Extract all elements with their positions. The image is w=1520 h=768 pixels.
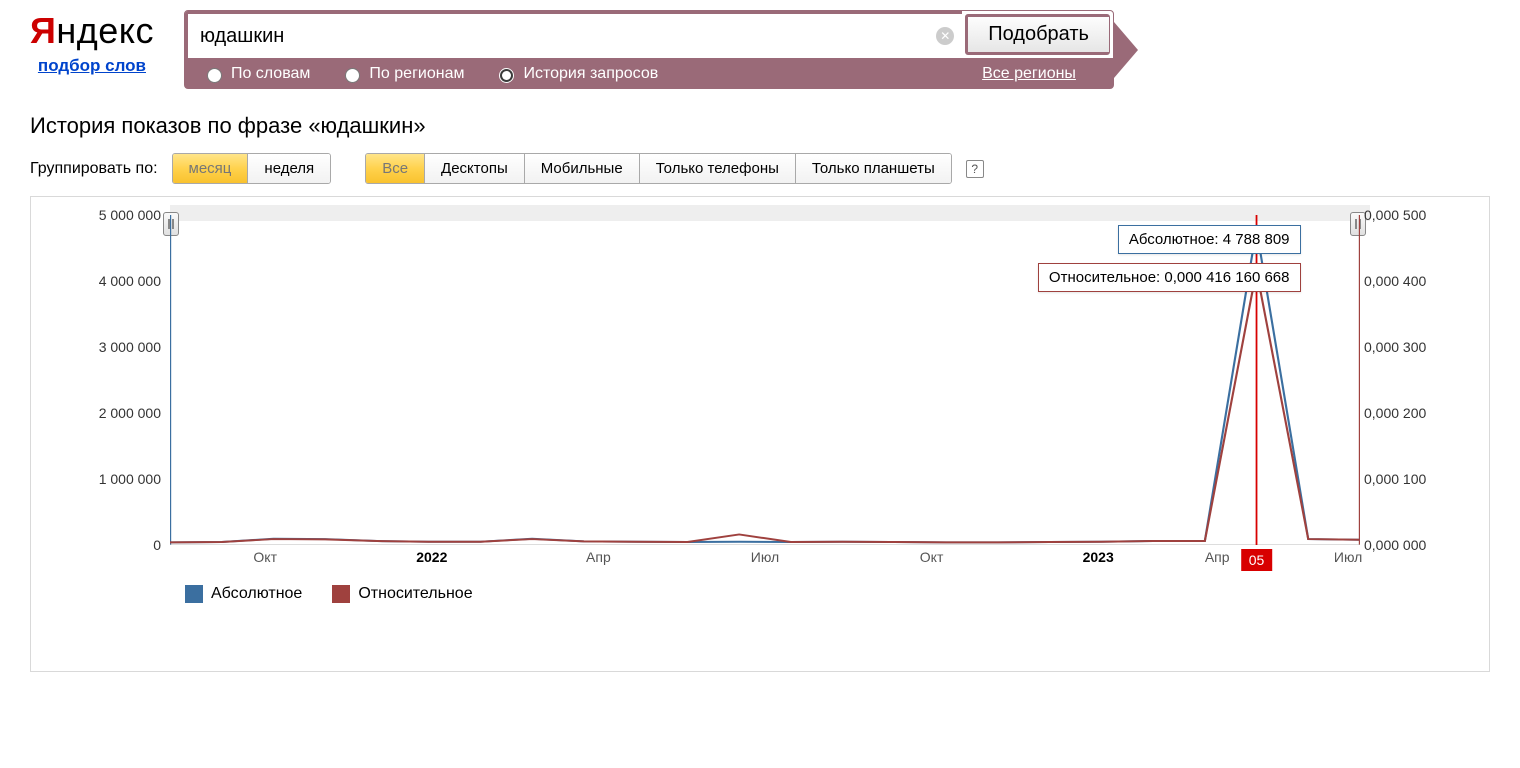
group-by-segment: месяц неделя (172, 153, 332, 184)
chart-legend: Абсолютное Относительное (185, 585, 1465, 603)
legend-absolute[interactable]: Абсолютное (185, 585, 302, 603)
help-icon[interactable]: ? (966, 160, 984, 178)
region-filter-link[interactable]: Все регионы (982, 65, 1076, 83)
tab-words[interactable]: По словам (202, 65, 310, 83)
wordstat-sublink[interactable]: подбор слов (38, 56, 146, 76)
clear-icon[interactable]: ✕ (936, 27, 954, 45)
device-segment: Все Десктопы Мобильные Только телефоны Т… (365, 153, 952, 184)
arrow-decoration (1114, 22, 1138, 78)
device-tablets-button[interactable]: Только планшеты (796, 154, 951, 183)
chart-plot[interactable]: Абсолютное: 4 788 809 Относительное: 0,0… (170, 215, 1360, 545)
device-mobile-button[interactable]: Мобильные (525, 154, 640, 183)
page-title: История показов по фразе «юдашкин» (30, 113, 1490, 139)
tooltip-relative: Относительное: 0,000 416 160 668 (1038, 263, 1301, 292)
group-by-label: Группировать по: (30, 160, 158, 178)
y-axis-right: 0,000 0000,000 1000,000 2000,000 3000,00… (1360, 215, 1445, 545)
submit-button[interactable]: Подобрать (965, 14, 1110, 55)
device-phones-button[interactable]: Только телефоны (640, 154, 796, 183)
y-axis-left: 01 000 0002 000 0003 000 0004 000 0005 0… (75, 215, 165, 545)
group-week-button[interactable]: неделя (248, 154, 330, 183)
yandex-logo[interactable]: Яндекс (30, 10, 154, 52)
swatch-blue-icon (185, 585, 203, 603)
group-month-button[interactable]: месяц (173, 154, 249, 183)
logo-block: Яндекс подбор слов (30, 10, 154, 76)
tab-regions[interactable]: По регионам (340, 65, 464, 83)
chart-container: 01 000 0002 000 0003 000 0004 000 0005 0… (30, 196, 1490, 672)
tooltip-absolute: Абсолютное: 4 788 809 (1118, 225, 1301, 254)
search-input[interactable] (196, 17, 936, 56)
legend-relative[interactable]: Относительное (332, 585, 472, 603)
device-desktop-button[interactable]: Десктопы (425, 154, 525, 183)
device-all-button[interactable]: Все (366, 154, 425, 183)
swatch-red-icon (332, 585, 350, 603)
x-axis-labels: Окт2022АпрИюлОкт2023АпрИюл (170, 549, 1360, 573)
tab-history[interactable]: История запросов (494, 65, 658, 83)
search-bar: ✕ Подобрать По словам По регионам Истори… (184, 10, 1114, 89)
